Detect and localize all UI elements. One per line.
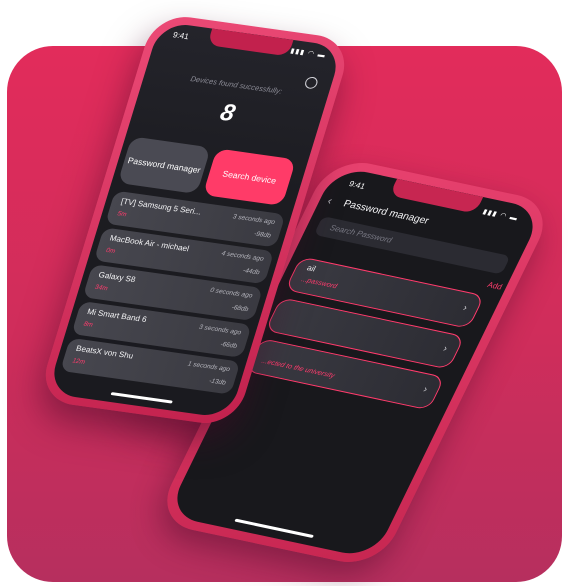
device-last-seen: 0 seconds ago xyxy=(209,286,254,300)
status-icons: ▮▮▮ ◠ ▬ xyxy=(481,208,520,223)
password-manager-button[interactable]: Password manager xyxy=(117,136,211,194)
status-icons: ▮▮▮ ◠ ▬ xyxy=(289,47,327,60)
chevron-right-icon: › xyxy=(460,302,470,314)
device-last-seen: 4 seconds ago xyxy=(220,250,265,263)
entry-label: ail xyxy=(305,263,318,274)
entry-subtitle: ...ected to the university xyxy=(260,357,336,380)
chevron-right-icon: › xyxy=(421,384,430,396)
device-distance: 34m xyxy=(93,283,109,293)
device-signal: -13db xyxy=(208,377,227,387)
search-device-button[interactable]: Search device xyxy=(202,148,297,206)
device-distance: 5m xyxy=(116,210,128,219)
settings-icon[interactable] xyxy=(303,76,320,90)
chevron-right-icon: › xyxy=(440,343,450,355)
device-distance: 0m xyxy=(105,247,117,256)
device-name: Galaxy S8 xyxy=(97,270,137,285)
device-signal: -68db xyxy=(230,304,250,314)
device-name: [TV] Samsung 5 Seri... xyxy=(119,196,203,217)
add-button[interactable]: Add xyxy=(486,280,504,291)
home-indicator[interactable] xyxy=(110,392,173,404)
device-signal: -44db xyxy=(241,267,261,277)
back-arrow-icon[interactable]: ‹ xyxy=(325,195,334,207)
device-distance: 12m xyxy=(71,357,86,366)
status-time: 9:41 xyxy=(347,179,367,191)
entry-subtitle: ...password xyxy=(299,276,339,291)
device-name: Mi Smart Band 6 xyxy=(86,307,148,325)
device-last-seen: 3 seconds ago xyxy=(198,323,243,337)
device-name: MacBook Air - michael xyxy=(108,233,191,254)
device-last-seen: 3 seconds ago xyxy=(231,213,276,227)
device-signal: -66db xyxy=(219,340,238,350)
device-last-seen: 1 seconds ago xyxy=(186,360,231,374)
device-signal: -98db xyxy=(253,230,272,240)
device-distance: 8m xyxy=(82,320,94,329)
status-time: 9:41 xyxy=(171,30,190,42)
